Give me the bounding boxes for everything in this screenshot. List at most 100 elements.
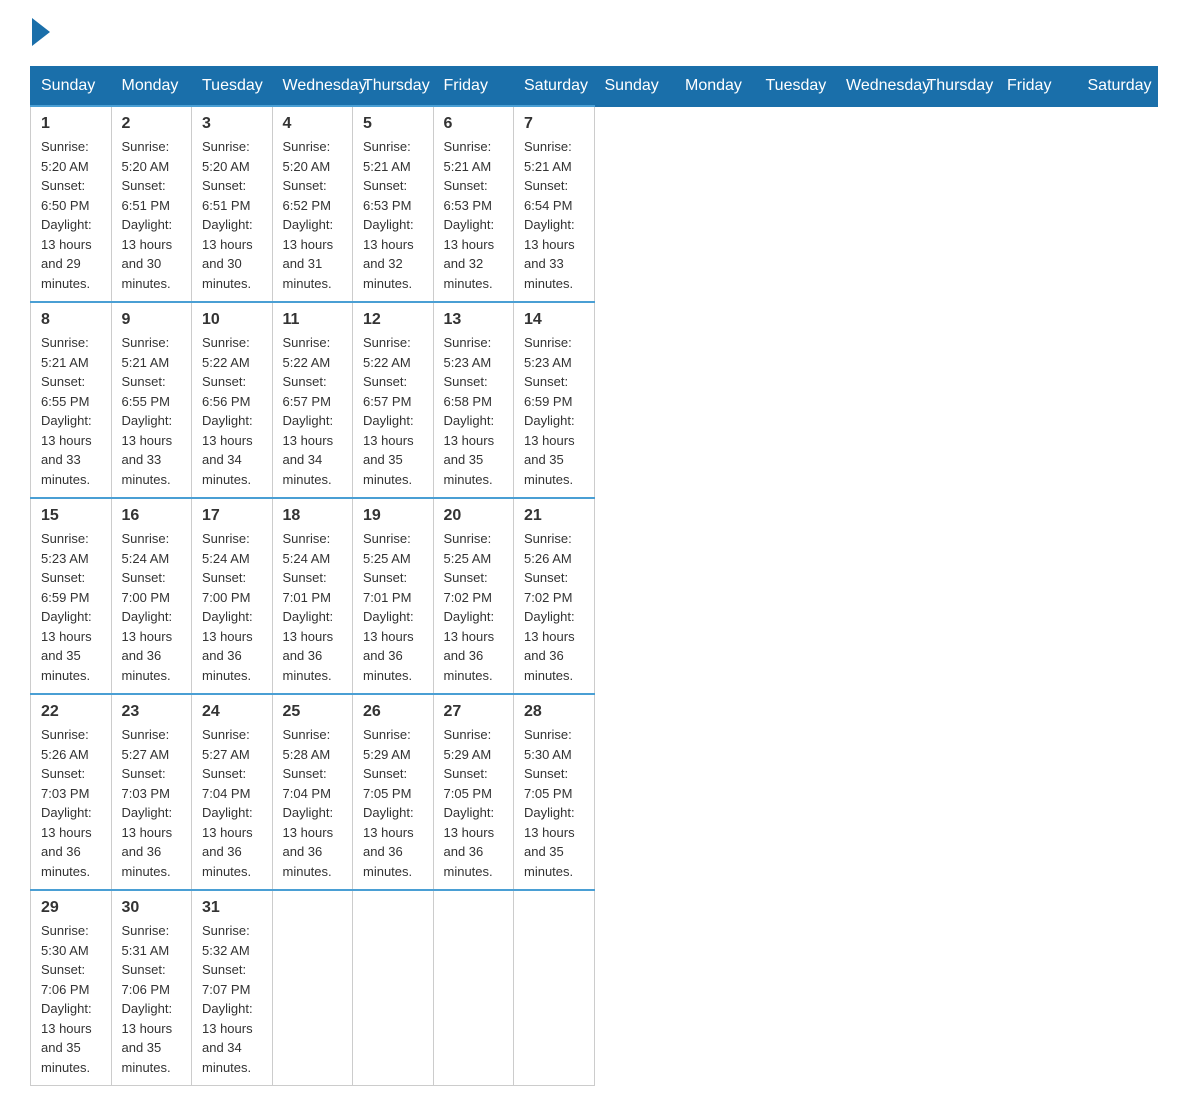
day-cell: 29 Sunrise: 5:30 AMSunset: 7:06 PMDaylig…	[31, 890, 112, 1086]
day-cell	[272, 890, 353, 1086]
header-friday: Friday	[433, 67, 514, 107]
day-number: 25	[283, 703, 343, 721]
day-number: 2	[122, 115, 182, 133]
day-cell: 18 Sunrise: 5:24 AMSunset: 7:01 PMDaylig…	[272, 498, 353, 694]
week-row-4: 22 Sunrise: 5:26 AMSunset: 7:03 PMDaylig…	[31, 694, 1158, 890]
day-number: 3	[202, 115, 262, 133]
day-cell: 17 Sunrise: 5:24 AMSunset: 7:00 PMDaylig…	[192, 498, 273, 694]
day-number: 15	[41, 507, 101, 525]
day-cell: 21 Sunrise: 5:26 AMSunset: 7:02 PMDaylig…	[514, 498, 595, 694]
header-friday: Friday	[997, 67, 1078, 107]
day-info: Sunrise: 5:24 AMSunset: 7:01 PMDaylight:…	[283, 529, 343, 685]
day-cell: 5 Sunrise: 5:21 AMSunset: 6:53 PMDayligh…	[353, 106, 434, 302]
day-cell: 26 Sunrise: 5:29 AMSunset: 7:05 PMDaylig…	[353, 694, 434, 890]
day-number: 21	[524, 507, 584, 525]
day-number: 26	[363, 703, 423, 721]
day-cell: 22 Sunrise: 5:26 AMSunset: 7:03 PMDaylig…	[31, 694, 112, 890]
day-info: Sunrise: 5:25 AMSunset: 7:01 PMDaylight:…	[363, 529, 423, 685]
day-number: 14	[524, 311, 584, 329]
day-info: Sunrise: 5:23 AMSunset: 6:59 PMDaylight:…	[41, 529, 101, 685]
day-info: Sunrise: 5:29 AMSunset: 7:05 PMDaylight:…	[444, 725, 504, 881]
day-number: 1	[41, 115, 101, 133]
header-tuesday: Tuesday	[755, 67, 836, 107]
calendar-header-row: SundayMondayTuesdayWednesdayThursdayFrid…	[31, 67, 1158, 107]
day-cell: 28 Sunrise: 5:30 AMSunset: 7:05 PMDaylig…	[514, 694, 595, 890]
header-wednesday: Wednesday	[272, 67, 353, 107]
day-number: 13	[444, 311, 504, 329]
day-info: Sunrise: 5:22 AMSunset: 6:57 PMDaylight:…	[363, 333, 423, 489]
day-info: Sunrise: 5:32 AMSunset: 7:07 PMDaylight:…	[202, 921, 262, 1077]
day-cell: 27 Sunrise: 5:29 AMSunset: 7:05 PMDaylig…	[433, 694, 514, 890]
day-info: Sunrise: 5:22 AMSunset: 6:57 PMDaylight:…	[283, 333, 343, 489]
day-number: 29	[41, 899, 101, 917]
day-number: 6	[444, 115, 504, 133]
header-tuesday: Tuesday	[192, 67, 273, 107]
day-cell: 15 Sunrise: 5:23 AMSunset: 6:59 PMDaylig…	[31, 498, 112, 694]
day-number: 28	[524, 703, 584, 721]
header-sunday: Sunday	[31, 67, 112, 107]
header-monday: Monday	[111, 67, 192, 107]
day-cell: 13 Sunrise: 5:23 AMSunset: 6:58 PMDaylig…	[433, 302, 514, 498]
day-cell: 9 Sunrise: 5:21 AMSunset: 6:55 PMDayligh…	[111, 302, 192, 498]
day-cell: 20 Sunrise: 5:25 AMSunset: 7:02 PMDaylig…	[433, 498, 514, 694]
day-number: 23	[122, 703, 182, 721]
day-cell: 14 Sunrise: 5:23 AMSunset: 6:59 PMDaylig…	[514, 302, 595, 498]
day-cell: 19 Sunrise: 5:25 AMSunset: 7:01 PMDaylig…	[353, 498, 434, 694]
day-info: Sunrise: 5:27 AMSunset: 7:03 PMDaylight:…	[122, 725, 182, 881]
day-number: 8	[41, 311, 101, 329]
day-cell: 8 Sunrise: 5:21 AMSunset: 6:55 PMDayligh…	[31, 302, 112, 498]
day-number: 31	[202, 899, 262, 917]
day-info: Sunrise: 5:30 AMSunset: 7:06 PMDaylight:…	[41, 921, 101, 1077]
day-cell: 4 Sunrise: 5:20 AMSunset: 6:52 PMDayligh…	[272, 106, 353, 302]
day-info: Sunrise: 5:23 AMSunset: 6:59 PMDaylight:…	[524, 333, 584, 489]
logo	[30, 20, 50, 46]
day-cell: 6 Sunrise: 5:21 AMSunset: 6:53 PMDayligh…	[433, 106, 514, 302]
header-sunday: Sunday	[594, 67, 675, 107]
header-thursday: Thursday	[353, 67, 434, 107]
day-info: Sunrise: 5:21 AMSunset: 6:55 PMDaylight:…	[41, 333, 101, 489]
day-info: Sunrise: 5:23 AMSunset: 6:58 PMDaylight:…	[444, 333, 504, 489]
day-cell	[353, 890, 434, 1086]
day-number: 17	[202, 507, 262, 525]
day-cell: 3 Sunrise: 5:20 AMSunset: 6:51 PMDayligh…	[192, 106, 273, 302]
day-cell: 11 Sunrise: 5:22 AMSunset: 6:57 PMDaylig…	[272, 302, 353, 498]
week-row-5: 29 Sunrise: 5:30 AMSunset: 7:06 PMDaylig…	[31, 890, 1158, 1086]
day-number: 11	[283, 311, 343, 329]
day-info: Sunrise: 5:28 AMSunset: 7:04 PMDaylight:…	[283, 725, 343, 881]
day-number: 18	[283, 507, 343, 525]
day-cell: 30 Sunrise: 5:31 AMSunset: 7:06 PMDaylig…	[111, 890, 192, 1086]
header-saturday: Saturday	[1077, 67, 1158, 107]
day-number: 10	[202, 311, 262, 329]
day-number: 4	[283, 115, 343, 133]
day-number: 24	[202, 703, 262, 721]
day-info: Sunrise: 5:25 AMSunset: 7:02 PMDaylight:…	[444, 529, 504, 685]
day-info: Sunrise: 5:30 AMSunset: 7:05 PMDaylight:…	[524, 725, 584, 881]
logo-arrow-icon	[32, 18, 50, 46]
day-number: 20	[444, 507, 504, 525]
day-info: Sunrise: 5:21 AMSunset: 6:55 PMDaylight:…	[122, 333, 182, 489]
day-info: Sunrise: 5:31 AMSunset: 7:06 PMDaylight:…	[122, 921, 182, 1077]
day-info: Sunrise: 5:20 AMSunset: 6:51 PMDaylight:…	[122, 137, 182, 293]
day-cell: 2 Sunrise: 5:20 AMSunset: 6:51 PMDayligh…	[111, 106, 192, 302]
day-info: Sunrise: 5:24 AMSunset: 7:00 PMDaylight:…	[122, 529, 182, 685]
day-number: 9	[122, 311, 182, 329]
calendar-table: SundayMondayTuesdayWednesdayThursdayFrid…	[30, 66, 1158, 1086]
header-thursday: Thursday	[916, 67, 997, 107]
week-row-2: 8 Sunrise: 5:21 AMSunset: 6:55 PMDayligh…	[31, 302, 1158, 498]
day-number: 27	[444, 703, 504, 721]
day-number: 30	[122, 899, 182, 917]
day-number: 5	[363, 115, 423, 133]
day-info: Sunrise: 5:20 AMSunset: 6:50 PMDaylight:…	[41, 137, 101, 293]
day-cell: 31 Sunrise: 5:32 AMSunset: 7:07 PMDaylig…	[192, 890, 273, 1086]
day-cell: 10 Sunrise: 5:22 AMSunset: 6:56 PMDaylig…	[192, 302, 273, 498]
day-info: Sunrise: 5:27 AMSunset: 7:04 PMDaylight:…	[202, 725, 262, 881]
day-info: Sunrise: 5:20 AMSunset: 6:52 PMDaylight:…	[283, 137, 343, 293]
day-cell: 12 Sunrise: 5:22 AMSunset: 6:57 PMDaylig…	[353, 302, 434, 498]
day-info: Sunrise: 5:21 AMSunset: 6:54 PMDaylight:…	[524, 137, 584, 293]
week-row-3: 15 Sunrise: 5:23 AMSunset: 6:59 PMDaylig…	[31, 498, 1158, 694]
day-info: Sunrise: 5:21 AMSunset: 6:53 PMDaylight:…	[363, 137, 423, 293]
day-number: 22	[41, 703, 101, 721]
day-info: Sunrise: 5:26 AMSunset: 7:02 PMDaylight:…	[524, 529, 584, 685]
day-number: 12	[363, 311, 423, 329]
day-cell: 25 Sunrise: 5:28 AMSunset: 7:04 PMDaylig…	[272, 694, 353, 890]
